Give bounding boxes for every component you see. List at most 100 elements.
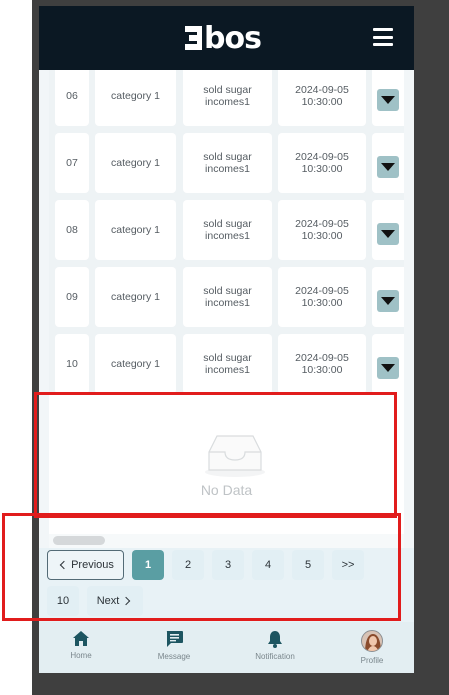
row-number: 08 bbox=[55, 200, 89, 260]
row-description: sold sugar incomes1 bbox=[183, 133, 272, 193]
description-line: sold sugar bbox=[203, 352, 252, 364]
brand-logo: bos bbox=[185, 20, 262, 56]
row-description: sold sugar incomes1 bbox=[183, 267, 272, 327]
row-number: 10 bbox=[55, 334, 89, 392]
empty-state: No Data bbox=[49, 392, 404, 534]
dropdown-toggle[interactable] bbox=[377, 223, 399, 245]
row-time: 10:30:00 bbox=[301, 230, 343, 242]
logo-e-mark bbox=[185, 26, 202, 50]
row-number: 07 bbox=[55, 133, 89, 193]
message-icon bbox=[166, 631, 183, 647]
row-datetime: 2024-09-05 10:30:00 bbox=[278, 200, 366, 260]
dropdown-toggle[interactable] bbox=[377, 156, 399, 178]
previous-page-button[interactable]: Previous bbox=[47, 550, 124, 580]
row-action-select[interactable]: Plea bbox=[372, 133, 404, 193]
nav-profile-label: Profile bbox=[360, 656, 384, 665]
row-category: category 1 bbox=[95, 70, 176, 126]
table-row: 10 category 1 sold sugar incomes1 2024-09-05… bbox=[49, 334, 404, 392]
empty-inbox-icon bbox=[205, 435, 265, 477]
home-icon bbox=[73, 631, 89, 646]
transactions-table: 06 category 1 sold sugar incomes1 2024-09-05… bbox=[49, 70, 404, 392]
jump-label: >> bbox=[341, 559, 355, 571]
description-line: incomes1 bbox=[205, 297, 250, 309]
row-time: 10:30:00 bbox=[301, 297, 343, 309]
background-right bbox=[414, 0, 449, 695]
table-row: 09 category 1 sold sugar incomes1 2024-09-05… bbox=[49, 267, 404, 327]
row-datetime: 2024-09-05 10:30:00 bbox=[278, 133, 366, 193]
row-category: category 1 bbox=[95, 334, 176, 392]
next-label: Next bbox=[96, 595, 120, 607]
dropdown-toggle[interactable] bbox=[377, 290, 399, 312]
app-header: bos bbox=[39, 6, 414, 70]
row-date: 2024-09-05 bbox=[295, 218, 349, 230]
scrollbar-thumb[interactable] bbox=[53, 536, 105, 545]
nav-notification[interactable]: Notification bbox=[240, 622, 310, 673]
page-button-3[interactable]: 3 bbox=[212, 550, 244, 580]
table-row: 07 category 1 sold sugar incomes1 2024-09-05… bbox=[49, 133, 404, 193]
nav-profile[interactable]: Profile bbox=[337, 622, 407, 673]
page-button-2[interactable]: 2 bbox=[172, 550, 204, 580]
caret-down-icon bbox=[381, 96, 395, 104]
description-line: incomes1 bbox=[205, 96, 250, 108]
row-action-select[interactable]: Plea bbox=[372, 70, 404, 126]
page-number: 5 bbox=[304, 559, 312, 571]
nav-message-label: Message bbox=[157, 652, 191, 661]
page-button-4[interactable]: 4 bbox=[252, 550, 284, 580]
dropdown-toggle[interactable] bbox=[377, 357, 399, 379]
nav-home-label: Home bbox=[70, 651, 92, 660]
row-date: 2024-09-05 bbox=[295, 84, 349, 96]
row-date: 2024-09-05 bbox=[295, 151, 349, 163]
nav-message[interactable]: Message bbox=[139, 622, 209, 673]
row-action-select[interactable]: Plea bbox=[372, 267, 404, 327]
table-row: 08 category 1 sold sugar incomes1 2024-09-05… bbox=[49, 200, 404, 260]
bell-icon bbox=[268, 631, 282, 648]
nav-home[interactable]: Home bbox=[46, 622, 116, 673]
row-time: 10:30:00 bbox=[301, 163, 343, 175]
next-page-button[interactable]: Next bbox=[87, 586, 143, 616]
description-line: incomes1 bbox=[205, 163, 250, 175]
row-datetime: 2024-09-05 10:30:00 bbox=[278, 70, 366, 126]
app-screen: bos 06 category 1 sold sugar incomes1 2024-0… bbox=[39, 6, 414, 673]
row-action-select[interactable]: Plea bbox=[372, 334, 404, 392]
row-number: 09 bbox=[55, 267, 89, 327]
row-category: category 1 bbox=[95, 133, 176, 193]
row-action-select[interactable]: Plea bbox=[372, 200, 404, 260]
row-time: 10:30:00 bbox=[301, 364, 343, 376]
page-number: 4 bbox=[264, 559, 272, 571]
description-line: incomes1 bbox=[205, 230, 250, 242]
row-description: sold sugar incomes1 bbox=[183, 70, 272, 126]
description-line: sold sugar bbox=[203, 84, 252, 96]
caret-down-icon bbox=[381, 163, 395, 171]
page-number: 10 bbox=[56, 595, 70, 607]
logo-text: bos bbox=[204, 20, 262, 56]
description-line: sold sugar bbox=[203, 218, 252, 230]
row-date: 2024-09-05 bbox=[295, 285, 349, 297]
chevron-right-icon bbox=[122, 596, 131, 606]
bottom-navigation: Home Message Notification Profile bbox=[39, 622, 414, 673]
page-button-5[interactable]: 5 bbox=[292, 550, 324, 580]
jump-forward-button[interactable]: >> bbox=[332, 550, 364, 580]
dropdown-toggle[interactable] bbox=[377, 89, 399, 111]
page-number: 1 bbox=[144, 559, 152, 571]
previous-label: Previous bbox=[71, 559, 114, 571]
horizontal-scrollbar[interactable] bbox=[49, 534, 404, 548]
row-category: category 1 bbox=[95, 200, 176, 260]
row-description: sold sugar incomes1 bbox=[183, 200, 272, 260]
page-number: 2 bbox=[184, 559, 192, 571]
page-number: 3 bbox=[224, 559, 232, 571]
table-row: 06 category 1 sold sugar incomes1 2024-09-05… bbox=[49, 70, 404, 126]
page-button-1[interactable]: 1 bbox=[132, 550, 164, 580]
description-line: incomes1 bbox=[205, 364, 250, 376]
pagination: Previous 1 2 3 4 5 >> 10 Next bbox=[39, 548, 414, 622]
row-time: 10:30:00 bbox=[301, 96, 343, 108]
caret-down-icon bbox=[381, 230, 395, 238]
hamburger-menu-icon[interactable] bbox=[373, 28, 393, 46]
row-number: 06 bbox=[55, 70, 89, 126]
description-line: sold sugar bbox=[203, 285, 252, 297]
nav-notification-label: Notification bbox=[255, 652, 295, 661]
row-datetime: 2024-09-05 10:30:00 bbox=[278, 334, 366, 392]
page-button-10[interactable]: 10 bbox=[47, 586, 79, 616]
avatar bbox=[361, 630, 383, 652]
caret-down-icon bbox=[381, 364, 395, 372]
background-strip bbox=[0, 0, 32, 695]
